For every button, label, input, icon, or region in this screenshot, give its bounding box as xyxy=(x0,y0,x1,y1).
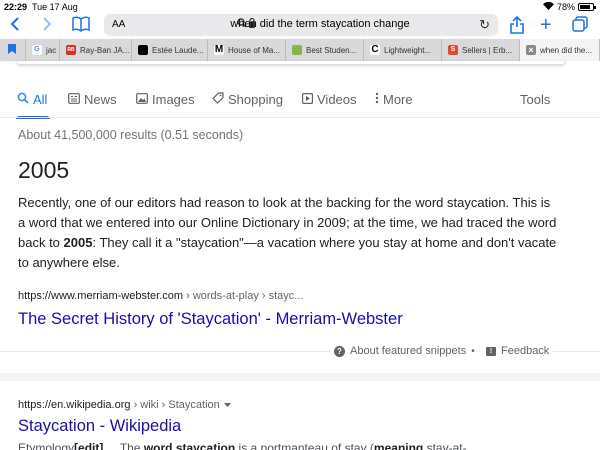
tab-active[interactable]: × when did the... xyxy=(520,39,600,61)
share-icon[interactable] xyxy=(510,15,524,39)
separator-dot: • xyxy=(471,345,475,357)
tab-label: Estée Laude... xyxy=(152,45,204,55)
tab-more-label: More xyxy=(383,92,413,107)
nav-divider xyxy=(0,117,600,118)
tab-3[interactable]: Estée Laude... xyxy=(132,39,208,61)
tab-6[interactable]: C Lightweight... xyxy=(364,39,442,61)
google-favicon-icon: G xyxy=(32,45,42,55)
status-date: Tue 17 Aug xyxy=(32,2,78,12)
estee-favicon-icon xyxy=(138,45,148,55)
tab-shopping-label: Shopping xyxy=(228,92,283,107)
result2-description: Etymology[edit] ... The word staycation … xyxy=(18,441,467,450)
about-featured-snippets-button[interactable]: ? About featured snippets • xyxy=(330,345,479,357)
c-favicon-icon: C xyxy=(370,44,380,55)
tab-label: jac xyxy=(46,45,57,55)
search-icon xyxy=(17,92,29,107)
featured-snippet-text: Recently, one of our editors had reason … xyxy=(18,193,558,273)
tab-images[interactable]: Images xyxy=(136,92,195,107)
search-results-page: All News Images Shopping Videos More Too… xyxy=(0,61,600,450)
new-tab-icon[interactable]: + xyxy=(540,15,552,35)
cite2-path: › wiki › Staycation xyxy=(130,399,220,411)
snippet-text-after: : They call it a "staycation"—a vacation… xyxy=(18,235,557,270)
m-favicon-icon: M xyxy=(214,44,224,55)
desc-text-3: stay-at- xyxy=(423,441,467,450)
snippet-text-bold: 2005 xyxy=(63,235,93,250)
snippet-citation[interactable]: https://www.merriam-webster.com › words-… xyxy=(18,290,303,302)
status-time: 22:29 xyxy=(4,2,28,12)
tab-2[interactable]: RB Ray-Ban JA... xyxy=(60,39,132,61)
feedback-icon: ! xyxy=(486,346,496,356)
image-favicon-icon xyxy=(292,45,302,55)
snippet-result-title-link[interactable]: The Secret History of 'Staycation' - Mer… xyxy=(18,310,403,329)
browser-toolbar: AA when did the term staycation change ↻… xyxy=(0,14,600,36)
feedback-button[interactable]: ! Feedback xyxy=(482,345,554,357)
status-bar: 22:29 Tue 17 Aug 78% xyxy=(0,0,600,14)
tab-videos[interactable]: Videos xyxy=(302,92,357,107)
search-nav: All News Images Shopping Videos More Too… xyxy=(0,92,600,119)
desc-text-2: is a portmanteau of stay ( xyxy=(235,441,374,450)
news-icon xyxy=(68,92,80,107)
wifi-icon xyxy=(542,2,554,12)
result2-title-link[interactable]: Staycation - Wikipedia xyxy=(18,417,181,436)
tabs-overview-icon[interactable] xyxy=(572,16,588,37)
result2-citation[interactable]: https://en.wikipedia.org › wiki › Stayca… xyxy=(18,399,232,411)
rayban-favicon-icon: RB xyxy=(66,45,76,55)
tab-1[interactable]: G jac xyxy=(26,39,60,61)
tab-shopping[interactable]: Shopping xyxy=(212,92,283,107)
about-featured-label: About featured snippets xyxy=(350,345,467,357)
cite-domain: https://www.merriam-webster.com xyxy=(18,290,184,302)
erb-favicon-icon: S xyxy=(448,45,458,55)
image-icon xyxy=(136,92,148,107)
result-stats: About 41,500,000 results (0.51 seconds) xyxy=(18,128,244,142)
forward-icon[interactable] xyxy=(42,16,52,37)
tab-all[interactable]: All xyxy=(17,92,47,107)
tab-label: Sellers | Erb... xyxy=(462,45,513,55)
tab-label: Ray-Ban JA... xyxy=(80,45,130,55)
search-box-edge xyxy=(16,61,566,65)
back-icon[interactable] xyxy=(10,16,20,37)
results-block-divider xyxy=(0,373,600,381)
tab-images-label: Images xyxy=(152,92,195,107)
tab-news[interactable]: News xyxy=(68,92,117,107)
battery-percent: 78% xyxy=(556,2,575,12)
tools-label: Tools xyxy=(520,92,551,107)
tab-videos-label: Videos xyxy=(317,92,357,107)
tab-news-label: News xyxy=(84,92,117,107)
reload-icon[interactable]: ↻ xyxy=(479,17,490,33)
tab-label: Best Studen... xyxy=(306,45,357,55)
chevron-down-icon[interactable] xyxy=(223,399,232,411)
cite-path: › words-at-play › stayc... xyxy=(183,290,304,302)
tab-all-label: All xyxy=(33,92,48,107)
bookmarks-icon[interactable] xyxy=(72,16,90,37)
tab-5[interactable]: Best Studen... xyxy=(286,39,364,61)
tab-4[interactable]: M House of Ma... xyxy=(208,39,286,61)
desc-bold-1: word staycation xyxy=(143,441,236,450)
tab-bar: G jac RB Ray-Ban JA... Estée Laude... M … xyxy=(0,39,600,61)
tab-7[interactable]: S Sellers | Erb... xyxy=(442,39,520,61)
pinned-tab[interactable] xyxy=(0,39,26,61)
play-icon xyxy=(302,92,314,107)
desc-text-1: ... The xyxy=(103,441,144,450)
tab-label: Lightweight... xyxy=(384,45,432,55)
desc-etymology: Etymology xyxy=(18,441,75,450)
url-text: when did the term staycation change xyxy=(230,18,410,30)
more-vert-icon xyxy=(375,92,379,107)
help-icon: ? xyxy=(334,345,345,357)
desc-edit: [edit] xyxy=(74,441,104,450)
desc-bold-2: meaning xyxy=(373,441,424,450)
tab-more[interactable]: More xyxy=(375,92,413,107)
reader-options-button[interactable]: AA xyxy=(112,19,125,30)
featured-answer: 2005 xyxy=(18,157,70,183)
tab-label: House of Ma... xyxy=(228,45,281,55)
tools-button[interactable]: Tools xyxy=(520,92,550,107)
close-icon[interactable]: × xyxy=(526,45,536,55)
feedback-label: Feedback xyxy=(501,345,550,357)
status-right: 78% xyxy=(542,2,596,12)
bookmark-icon xyxy=(8,44,16,56)
battery-icon xyxy=(578,3,596,11)
cite2-domain: https://en.wikipedia.org xyxy=(18,399,131,411)
tab-label: when did the... xyxy=(540,45,593,55)
tag-icon xyxy=(212,92,224,107)
address-bar[interactable]: AA when did the term staycation change ↻ xyxy=(104,14,498,36)
